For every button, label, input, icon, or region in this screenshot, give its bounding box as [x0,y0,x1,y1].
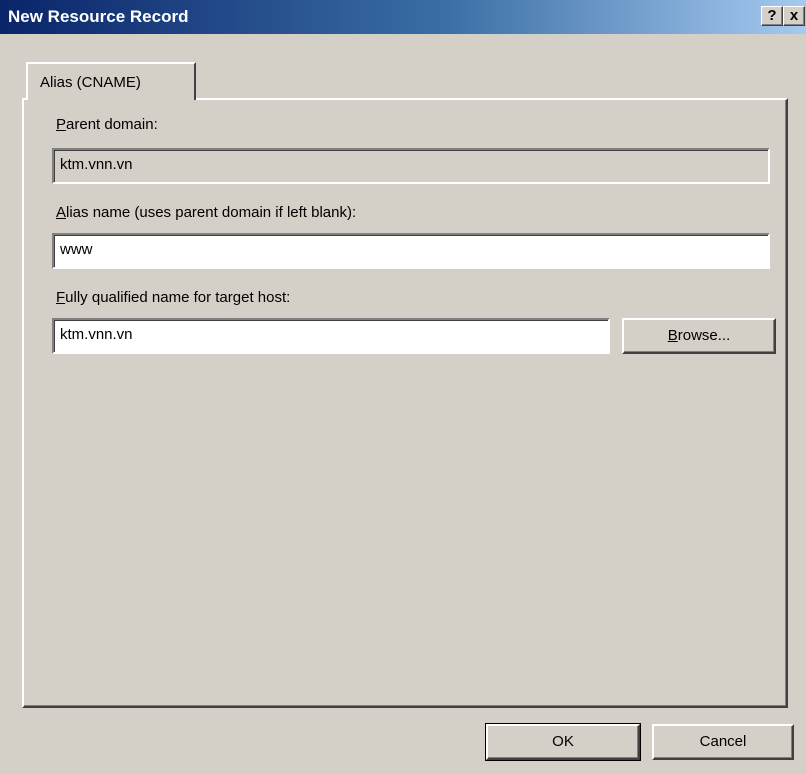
parent-domain-accel: P [56,116,67,133]
alias-name-accel: A [56,204,67,221]
target-host-label-text: ully qualified name for target host: [65,289,291,306]
parent-domain-label-text: arent domain: [66,116,158,133]
help-button[interactable]: ? [761,6,783,26]
browse-button[interactable]: Browse... [622,318,776,354]
tab-alias-cname[interactable]: Alias (CNAME) [26,62,196,100]
close-button[interactable]: x [783,6,805,26]
parent-domain-label: Parent domain: [56,116,158,133]
window-title: New Resource Record [8,7,189,26]
parent-domain-field: ktm.vnn.vn [52,148,770,184]
dialog-window: New Resource Record ? x Alias (CNAME) Pa… [0,0,806,774]
target-host-accel: F [56,289,66,306]
title-bar[interactable]: New Resource Record ? x [0,0,806,34]
browse-accel: B [667,327,678,344]
cancel-button[interactable]: Cancel [652,724,794,760]
tab-panel [22,98,788,708]
alias-name-label-text: lias name (uses parent domain if left bl… [66,204,357,221]
alias-name-label: Alias name (uses parent domain if left b… [56,204,356,221]
target-host-label: Fully qualified name for target host: [56,289,290,306]
alias-name-input[interactable]: www [52,233,770,269]
ok-button[interactable]: OK [485,723,641,761]
target-host-input[interactable]: ktm.vnn.vn [52,318,610,354]
tab-label: Alias (CNAME) [40,74,141,91]
browse-label: rowse... [677,327,731,344]
